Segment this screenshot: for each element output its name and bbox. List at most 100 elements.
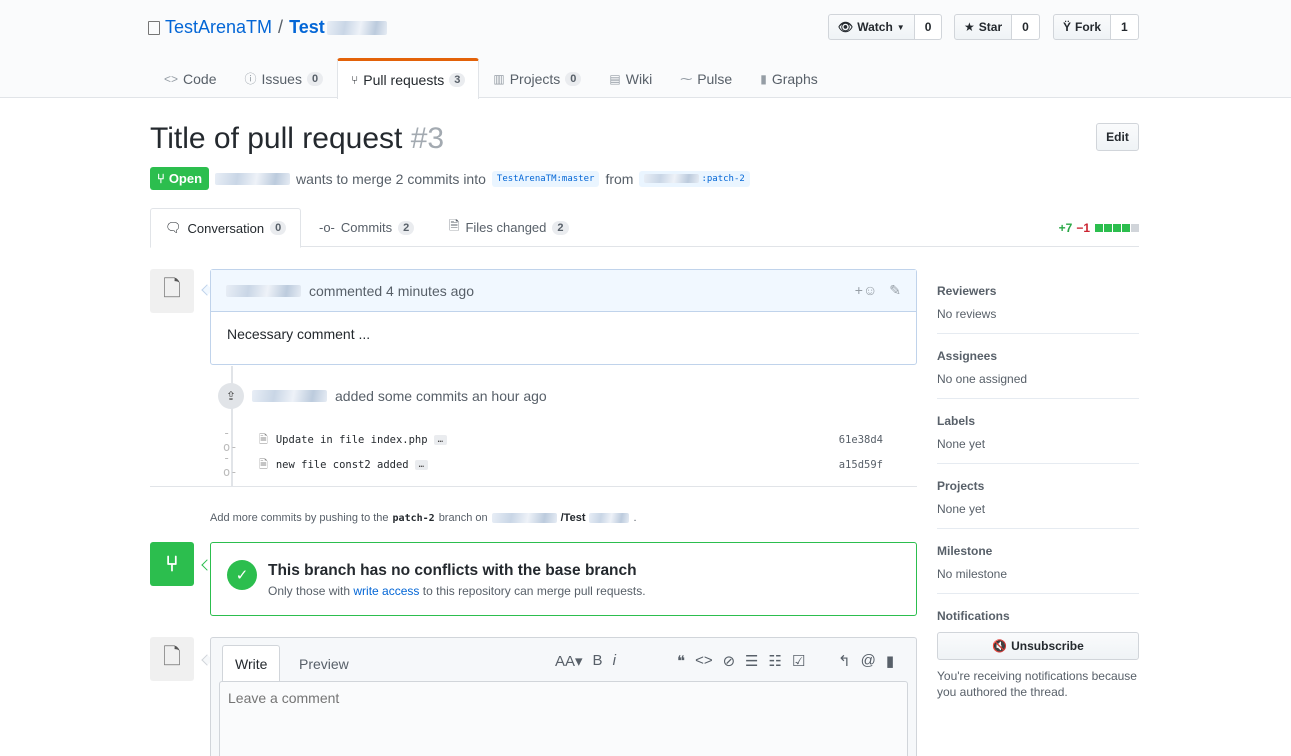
status-label: Open: [168, 171, 203, 186]
fork-count[interactable]: 1: [1111, 14, 1139, 40]
comment-input[interactable]: [219, 681, 908, 756]
push-note-repo[interactable]: /Test: [561, 512, 586, 524]
tab-write[interactable]: Write: [222, 645, 281, 683]
fork-button[interactable]: Ÿ Fork: [1053, 14, 1112, 40]
task-list-icon[interactable]: ☑: [792, 652, 805, 670]
sidebar-assignees: Assignees No one assigned: [937, 334, 1139, 399]
milestone-heading[interactable]: Milestone: [937, 544, 1139, 558]
merge-sub-suffix: to this repository can merge pull reques…: [422, 584, 646, 598]
redacted-text: [589, 513, 630, 523]
projects-heading[interactable]: Projects: [937, 479, 1139, 493]
comment-box: commented 4 minutes ago +☺ ✎ Necessary c…: [210, 269, 917, 365]
tab-graphs-label: Graphs: [771, 70, 818, 87]
commit-message[interactable]: Update in file index.php: [276, 434, 428, 446]
additions: +7: [1058, 221, 1073, 235]
repo-name-link[interactable]: Test: [289, 17, 325, 38]
file-icon: 🗎: [259, 457, 268, 471]
tab-commits[interactable]: -o- Commits 2: [305, 208, 428, 247]
tab-preview[interactable]: Preview: [287, 645, 361, 682]
markdown-toolbar: ❝ <> ⊘: [677, 652, 735, 670]
star-label: Star: [978, 20, 1003, 34]
markdown-toolbar: ☰ ☷ ☑: [745, 652, 805, 670]
italic-icon[interactable]: i: [613, 652, 616, 670]
tab-projects[interactable]: ▥ Projects 0: [479, 58, 595, 98]
tab-graphs[interactable]: ▮ Graphs: [746, 58, 832, 98]
write-access-link[interactable]: write access: [353, 584, 419, 598]
tab-pull-requests[interactable]: ⑂ Pull requests 3: [337, 58, 480, 99]
tab-pulse[interactable]: ⁓ Pulse: [666, 58, 746, 98]
merge-sub-prefix: Only those with: [268, 584, 351, 598]
avatar[interactable]: 🗋: [150, 637, 194, 681]
from-text: from: [605, 170, 634, 187]
head-ref[interactable]: :patch-2: [639, 170, 750, 187]
git-commit-icon: -o-: [319, 220, 335, 235]
bold-icon[interactable]: B: [593, 652, 603, 670]
mention-icon[interactable]: @: [861, 652, 876, 670]
code-icon: <>: [164, 71, 179, 86]
comment-discussion-icon: 🗨: [165, 220, 182, 235]
assignees-heading[interactable]: Assignees: [937, 349, 1139, 363]
pull-request-icon: ⑂: [157, 171, 165, 186]
fork-label: Fork: [1075, 20, 1102, 34]
link-icon[interactable]: ⊘: [723, 652, 736, 670]
tab-commits-label: Commits: [340, 220, 393, 235]
tab-projects-label: Projects: [509, 70, 561, 87]
tab-issues-label: Issues: [261, 70, 302, 87]
commit-expand-button[interactable]: …: [414, 460, 429, 470]
code-icon[interactable]: <>: [695, 652, 713, 670]
watch-count[interactable]: 0: [914, 14, 943, 40]
file-diff-icon: 🗎: [449, 217, 460, 233]
tab-code[interactable]: <> Code: [150, 58, 230, 98]
book-icon: ▤: [609, 71, 621, 86]
add-reaction-icon[interactable]: +☺: [855, 282, 877, 299]
tab-wiki[interactable]: ▤ Wiki: [595, 58, 666, 98]
repo-push-icon: ⇪: [218, 383, 244, 409]
pr-meta: ⑂ Open wants to merge 2 commits into Tes…: [150, 167, 750, 190]
list-item: -o- 🗎 new file const2 added … a15d59f: [223, 451, 883, 479]
reviewers-heading[interactable]: Reviewers: [937, 284, 1139, 298]
base-ref[interactable]: TestArenaTM:master: [491, 170, 600, 187]
comment-header-text: commented 4 minutes ago: [309, 282, 474, 299]
tab-files-changed[interactable]: 🗎 Files changed 2: [435, 208, 583, 247]
watch-button[interactable]: 👁 Watch ▼: [828, 14, 915, 40]
commit-message[interactable]: new file const2 added: [276, 459, 409, 471]
avatar[interactable]: 🗋: [150, 269, 194, 313]
bookmark-icon[interactable]: ▮: [886, 652, 894, 670]
graph-icon: ▮: [760, 71, 767, 86]
edit-button[interactable]: Edit: [1096, 123, 1139, 151]
tab-issues[interactable]: ⓘ Issues 0: [230, 58, 337, 98]
ordered-list-icon[interactable]: ☷: [768, 652, 781, 670]
text-size-icon[interactable]: AA▾: [555, 652, 583, 670]
pencil-icon[interactable]: ✎: [889, 282, 901, 299]
reply-icon[interactable]: ↰: [838, 652, 851, 670]
pulls-counter: 3: [449, 73, 466, 87]
tab-conversation[interactable]: 🗨 Conversation 0: [150, 208, 302, 248]
quote-icon[interactable]: ❝: [677, 652, 685, 670]
unordered-list-icon[interactable]: ☰: [745, 652, 758, 670]
sidebar-projects: Projects None yet: [937, 464, 1139, 529]
redacted-text: [644, 174, 700, 183]
commit-expand-button[interactable]: …: [433, 435, 447, 445]
caret-down-icon: ▼: [896, 22, 905, 32]
comment-tools: +☺ ✎: [855, 282, 901, 299]
tab-wiki-label: Wiki: [625, 70, 653, 87]
push-note-prefix: Add more commits by pushing to the: [210, 512, 389, 524]
commit-sha[interactable]: 61e38d4: [839, 434, 883, 446]
tab-code-label: Code: [183, 70, 217, 87]
commit-sha[interactable]: a15d59f: [839, 459, 883, 471]
file-icon: 🗋: [163, 644, 181, 669]
star-count[interactable]: 0: [1012, 14, 1040, 40]
star-button[interactable]: ★ Star: [954, 14, 1013, 40]
unsubscribe-button[interactable]: 🔇 Unsubscribe: [937, 632, 1139, 660]
reviewers-value: No reviews: [937, 307, 997, 321]
sidebar-milestone: Milestone No milestone: [937, 529, 1139, 594]
comment-header: commented 4 minutes ago +☺ ✎: [211, 270, 916, 312]
fork-icon: Ÿ: [1063, 20, 1072, 34]
star-icon: ★: [964, 20, 975, 34]
milestone-value: No milestone: [937, 567, 1008, 581]
labels-heading[interactable]: Labels: [937, 414, 1139, 428]
repo-owner-link[interactable]: TestArenaTM: [165, 17, 272, 38]
star-group: ★ Star 0: [954, 14, 1040, 40]
commits-counter: 2: [398, 220, 415, 235]
repo-icon: [148, 20, 160, 35]
